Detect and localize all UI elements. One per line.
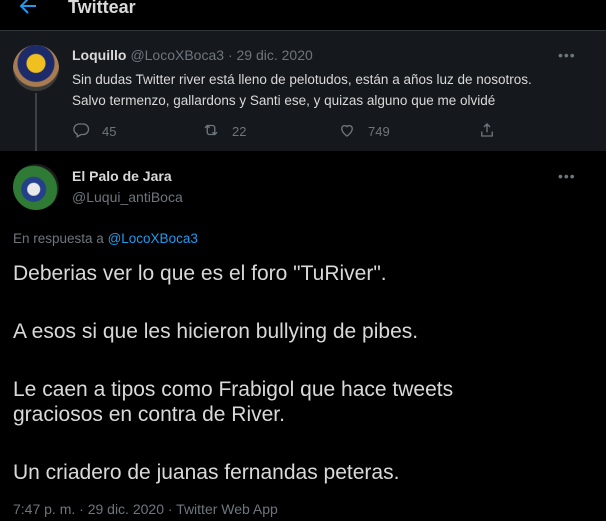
- more-icon[interactable]: •••: [558, 168, 582, 184]
- share-icon: [478, 121, 496, 142]
- author-name[interactable]: El Palo de Jara: [72, 168, 172, 184]
- tweet-date[interactable]: · 29 dic. 2020: [228, 47, 313, 63]
- reply-icon: [72, 121, 90, 142]
- tweet-text-line: Sin dudas Twitter river está lleno de pe…: [72, 72, 532, 87]
- tweet-text-line: Salvo termenzo, gallardons y Santi ese, …: [72, 93, 496, 108]
- retweet-icon: [202, 121, 220, 142]
- more-icon[interactable]: •••: [558, 47, 582, 63]
- tweet-body: Deberias ver lo que es el foro "TuRiver"…: [13, 261, 593, 518]
- retweet-count: 22: [232, 123, 247, 139]
- reply-prefix: En respuesta a: [13, 231, 104, 246]
- author-name-text[interactable]: Loquillo: [72, 47, 126, 63]
- like-count: 749: [368, 123, 390, 139]
- main-tweet: El Palo de Jara @Luqui_antiBoca ••• En r…: [0, 151, 606, 521]
- avatar[interactable]: [13, 164, 59, 210]
- reply-count: 45: [102, 123, 117, 139]
- tweet-meta[interactable]: 7:47 p. m. · 29 dic. 2020 · Twitter Web …: [13, 501, 278, 517]
- avatar[interactable]: [13, 45, 59, 91]
- page-title: Twittear: [68, 0, 136, 17]
- author-name[interactable]: Loquillo @LocoXBoca3 · 29 dic. 2020: [72, 47, 313, 63]
- tweet-text: Sin dudas Twitter river está lleno de pe…: [72, 69, 592, 111]
- reply-button[interactable]: 45: [72, 121, 116, 141]
- reply-to-link[interactable]: @LocoXBoca3: [108, 231, 198, 246]
- parent-tweet[interactable]: Loquillo @LocoXBoca3 · 29 dic. 2020 ••• S…: [0, 31, 606, 183]
- tweet-paragraph: Le caen a tipos como Frabigol que hace t…: [13, 378, 454, 426]
- top-bar: Twittear: [0, 0, 606, 31]
- retweet-button[interactable]: 22: [202, 121, 246, 141]
- tweet-actions: 45 22 749: [72, 121, 532, 141]
- like-icon: [338, 121, 356, 142]
- tweet-paragraph: Deberias ver lo que es el foro "TuRiver"…: [13, 262, 387, 285]
- tweet-paragraph: A esos si que les hicieron bullying de p…: [13, 320, 419, 343]
- back-arrow-icon[interactable]: [16, 0, 40, 18]
- like-button[interactable]: 749: [338, 121, 390, 141]
- author-handle[interactable]: @LocoXBoca3: [130, 47, 224, 63]
- tweet-paragraph: Un criadero de juanas fernandas peteras.: [13, 461, 400, 484]
- author-handle[interactable]: @Luqui_antiBoca: [72, 189, 183, 205]
- reply-context: En respuesta a @LocoXBoca3: [13, 231, 198, 246]
- share-button[interactable]: [478, 121, 496, 141]
